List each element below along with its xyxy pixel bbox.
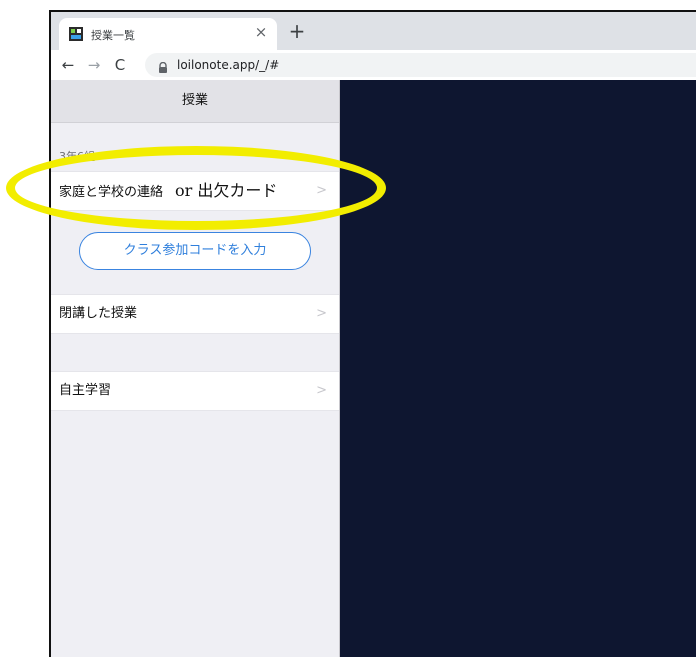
close-icon[interactable]: × [253,23,269,41]
app-favicon-icon [69,26,83,41]
tab-strip: 授業一覧 × + [51,12,696,50]
self-study-item[interactable]: 自主学習 > [51,371,339,411]
browser-toolbar: ← → C loilonote.app/_/# [51,50,696,80]
browser-window: 授業一覧 × + ← → C loilonote.app/_/# 授業 3年6組… [49,10,696,657]
reload-icon[interactable]: C [111,56,129,74]
address-bar[interactable]: loilonote.app/_/# [145,53,696,77]
section-label: 3年6組 [59,150,95,163]
class-item-name: 家庭と学校の連絡 [59,185,164,200]
self-study-label: 自主学習 [59,383,112,398]
join-class-code-button[interactable]: クラス参加コードを入力 [79,232,311,270]
closed-classes-label: 閉講した授業 [59,306,138,321]
class-list-item[interactable]: 家庭と学校の連絡 or 出欠カード > [51,171,339,211]
plus-icon[interactable]: + [287,20,307,42]
closed-classes-item[interactable]: 閉講した授業 > [51,294,339,334]
main-content-area [340,80,696,657]
url-text: loilonote.app/_/# [177,58,280,72]
tab-title: 授業一覧 [91,29,135,42]
class-sidebar: 授業 3年6組 家庭と学校の連絡 or 出欠カード > クラス参加コードを入力 閉… [51,80,340,657]
back-arrow-icon[interactable]: ← [59,56,77,74]
tab-class-list[interactable]: 授業一覧 × [59,18,277,50]
chevron-right-icon: > [316,306,327,321]
sidebar-title: 授業 [51,80,339,123]
chevron-right-icon: > [316,183,327,198]
class-item-label: 家庭と学校の連絡 or 出欠カード [59,172,277,212]
chevron-right-icon: > [316,383,327,398]
app-area: 授業 3年6組 家庭と学校の連絡 or 出欠カード > クラス参加コードを入力 閉… [51,80,696,657]
forward-arrow-icon[interactable]: → [85,56,103,74]
lock-icon[interactable] [157,59,169,73]
overlay-annotation-text: or 出欠カード [175,181,278,200]
